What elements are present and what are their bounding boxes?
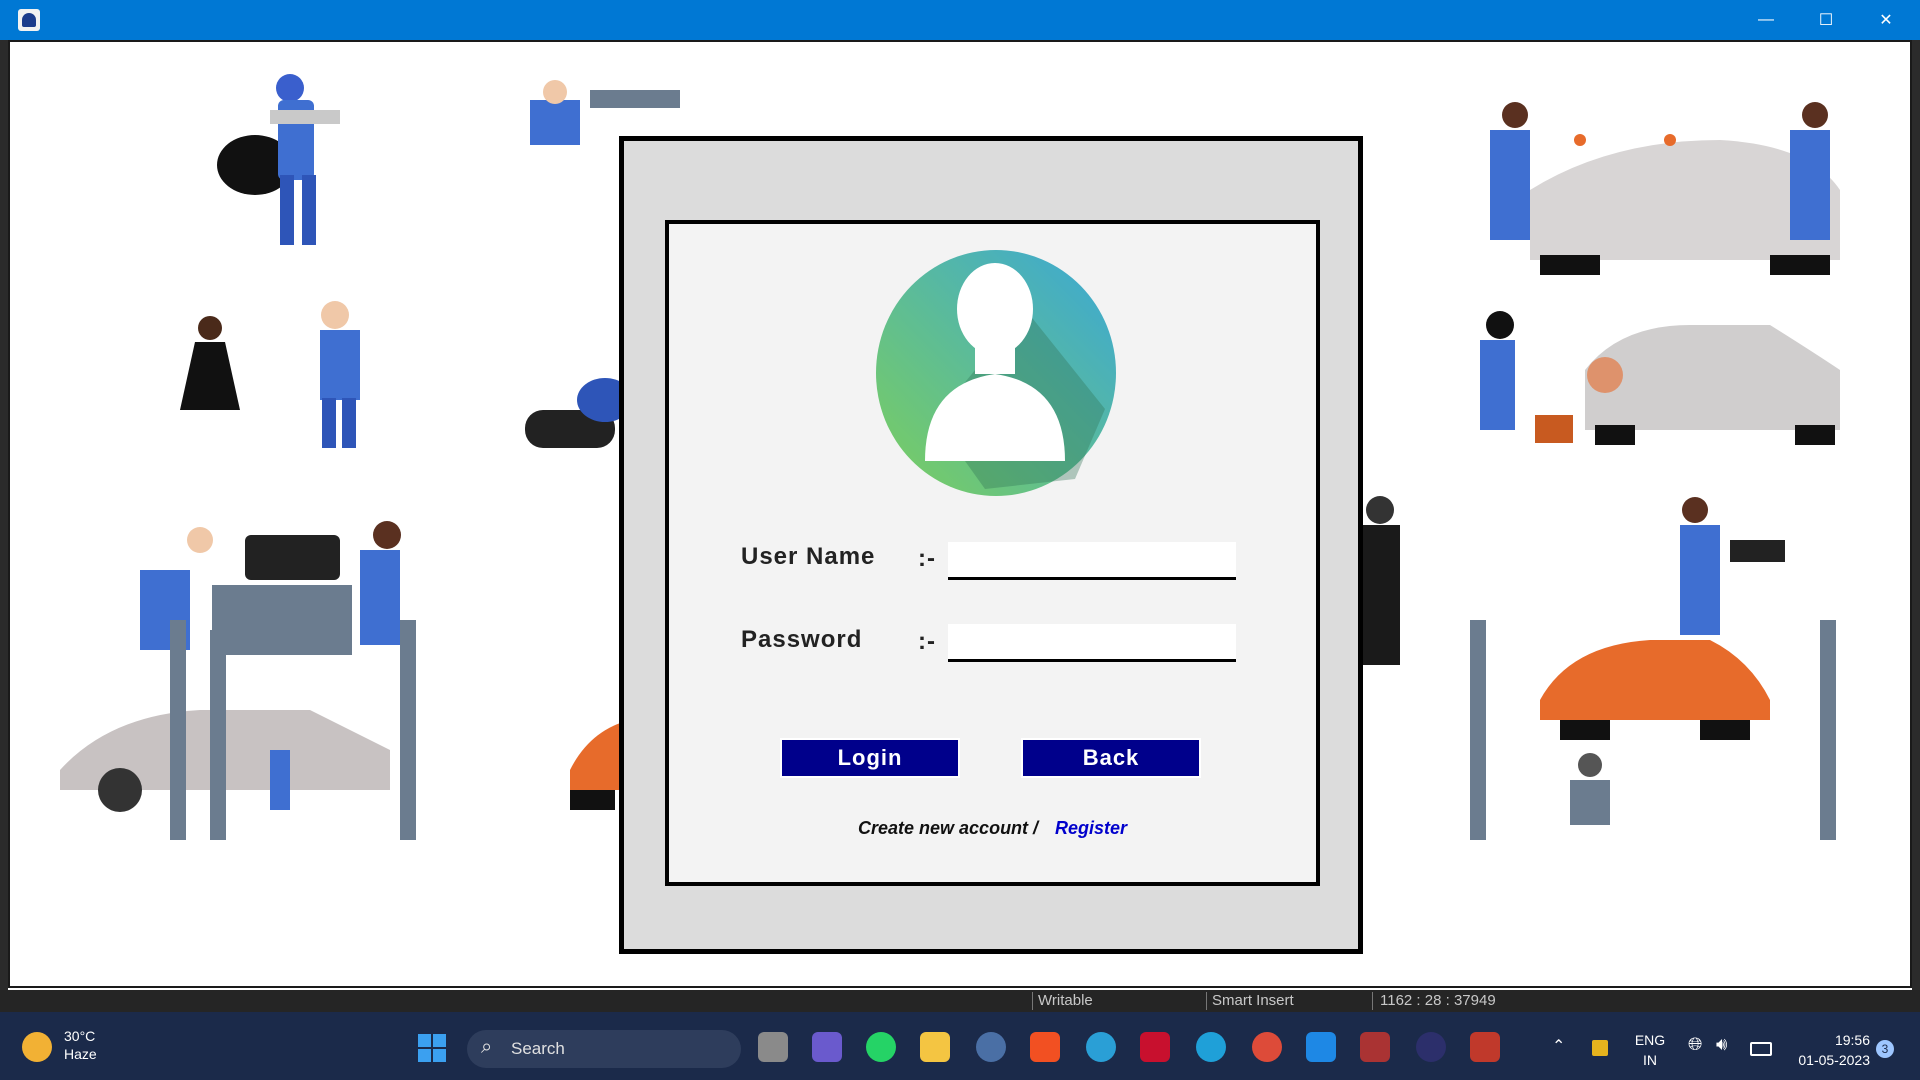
window-right-edge [1912, 40, 1920, 990]
orange-car-lift-illustration [1470, 620, 1836, 840]
minimize-button[interactable]: — [1736, 0, 1796, 40]
welding-illustration [1480, 311, 1840, 445]
taskbar-search[interactable]: ⌕ Search [467, 1030, 741, 1068]
search-icon: ⌕ [481, 1036, 493, 1058]
password-separator: :- [918, 628, 936, 655]
close-icon: ✕ [1879, 12, 1893, 29]
register-link[interactable]: Register [1055, 818, 1127, 839]
status-insert-mode: Smart Insert [1212, 992, 1294, 1009]
back-button[interactable]: Back [1021, 738, 1201, 778]
app-icon [18, 9, 40, 31]
username-label: User Name [741, 543, 876, 570]
tray-app-icon[interactable] [1592, 1040, 1608, 1056]
minimize-icon: — [1758, 11, 1774, 28]
mechanic-tire-illustration [217, 74, 340, 245]
windows-logo-icon [418, 1034, 446, 1062]
store-icon[interactable] [1030, 1032, 1060, 1062]
weather-temp: 30°C [64, 1028, 96, 1044]
title-bar: — ☐ ✕ [0, 0, 1920, 40]
meet-icon[interactable] [812, 1032, 842, 1062]
status-divider [1206, 992, 1207, 1010]
active-app-icon[interactable] [1470, 1032, 1500, 1062]
password-field[interactable] [948, 624, 1236, 662]
weather-sun-icon [22, 1032, 52, 1062]
clock-date[interactable]: 01-05-2023 [1780, 1052, 1870, 1068]
mcafee-icon[interactable] [1140, 1032, 1170, 1062]
weather-desc: Haze [64, 1046, 97, 1062]
java-app-icon[interactable] [1360, 1032, 1390, 1062]
status-divider [1032, 992, 1033, 1010]
search-placeholder: Search [511, 1039, 565, 1058]
task-view-icon[interactable] [758, 1032, 788, 1062]
photos-icon[interactable] [1306, 1032, 1336, 1062]
maximize-icon: ☐ [1818, 12, 1834, 29]
create-account-text: Create new account / [858, 818, 1039, 838]
language-indicator[interactable]: ENG [1630, 1032, 1670, 1048]
username-separator: :- [918, 545, 936, 572]
handshake-illustration [180, 301, 360, 448]
laptop-mechanic-illustration [1680, 497, 1785, 635]
chrome-icon[interactable] [1252, 1032, 1282, 1062]
notification-badge[interactable]: 3 [1876, 1040, 1894, 1058]
region-indicator[interactable]: IN [1630, 1052, 1670, 1068]
clock-time[interactable]: 19:56 [1780, 1032, 1870, 1048]
status-position: 1162 : 28 : 37949 [1380, 992, 1496, 1009]
windshield-repair-illustration [1490, 102, 1840, 275]
login-button[interactable]: Login [780, 738, 960, 778]
network-icon[interactable]: 🌐︎ [1688, 1034, 1702, 1055]
battery-icon[interactable] [1750, 1042, 1772, 1056]
taskbar: 30°C Haze ⌕ Search ⌃ ENG IN 🌐︎ 🔊︎ 19:56 … [0, 1012, 1920, 1080]
start-button[interactable] [418, 1034, 446, 1062]
maximize-button[interactable]: ☐ [1796, 0, 1856, 40]
whatsapp-icon[interactable] [866, 1032, 896, 1062]
edge-icon[interactable] [1196, 1032, 1226, 1062]
username-field[interactable] [948, 542, 1236, 580]
app-icon-generic[interactable] [976, 1032, 1006, 1062]
status-mode: Writable [1038, 992, 1093, 1009]
volume-icon[interactable]: 🔊︎ [1716, 1034, 1727, 1055]
user-avatar-icon [876, 250, 1116, 496]
eclipse-icon[interactable] [1416, 1032, 1446, 1062]
window-left-edge [0, 40, 8, 990]
status-divider [1372, 992, 1373, 1010]
password-label: Password [741, 626, 863, 653]
help-icon[interactable] [1086, 1032, 1116, 1062]
file-explorer-icon[interactable] [920, 1032, 950, 1062]
chevron-up-icon[interactable]: ⌃ [1552, 1036, 1565, 1056]
status-bar: Writable Smart Insert 1162 : 28 : 37949 [0, 990, 1920, 1012]
close-button[interactable]: ✕ [1856, 0, 1916, 40]
